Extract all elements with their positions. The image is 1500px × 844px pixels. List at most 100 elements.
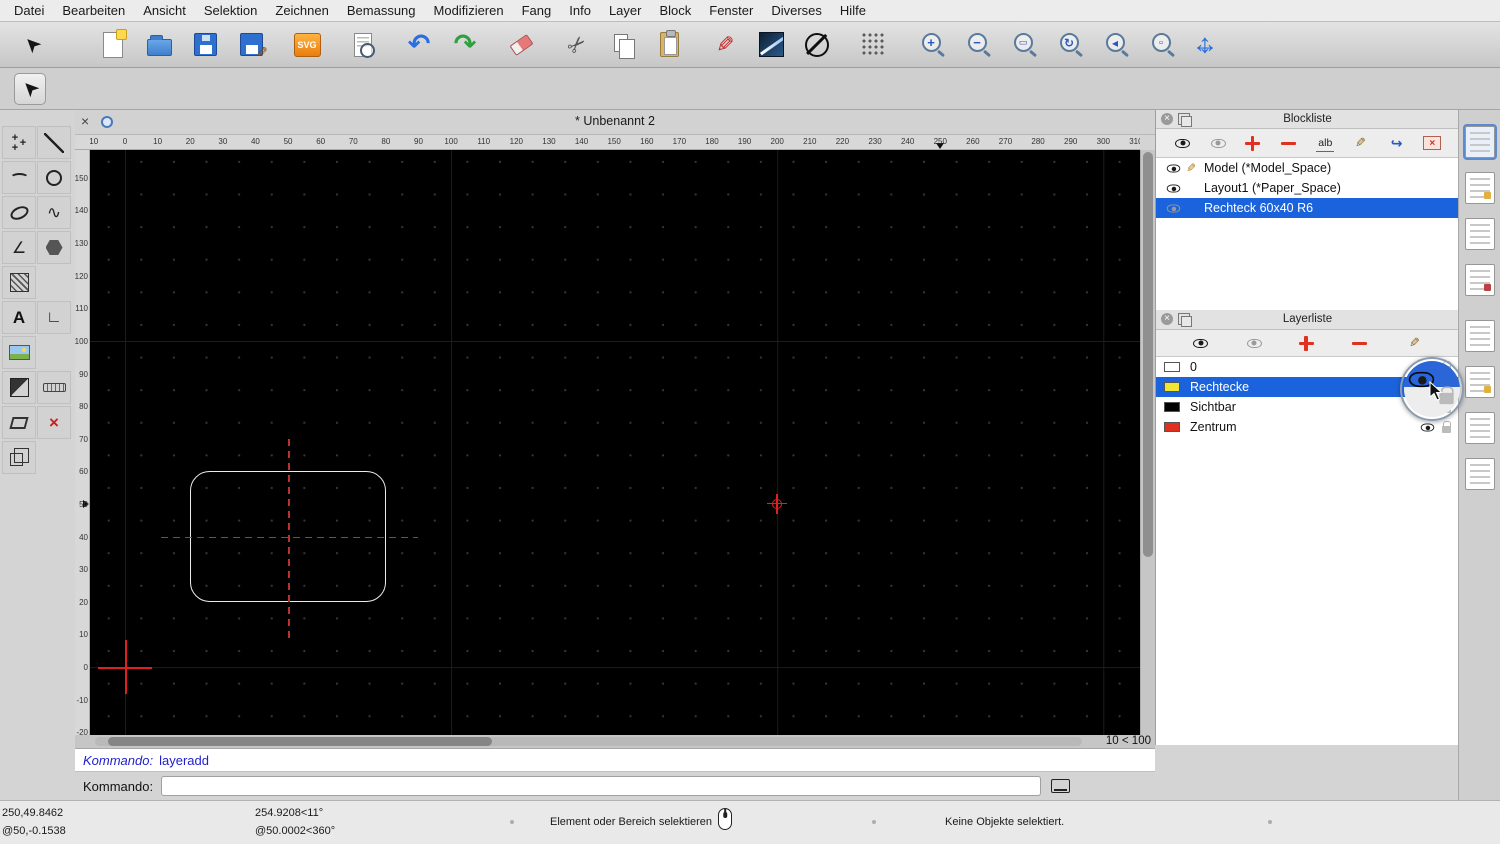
- zoom-redraw-icon[interactable]: [1050, 28, 1084, 62]
- panel-float-icon[interactable]: [1178, 313, 1190, 325]
- print-preview-icon[interactable]: [346, 28, 380, 62]
- zoom-out-icon[interactable]: [958, 28, 992, 62]
- visibility-cell[interactable]: [1164, 164, 1182, 173]
- region-tool-icon[interactable]: [2, 406, 36, 439]
- menu-item-selektion[interactable]: Selektion: [195, 0, 266, 22]
- pen-icon[interactable]: [708, 28, 742, 62]
- hide-all-icon[interactable]: [1209, 134, 1227, 152]
- cut-icon[interactable]: [560, 28, 594, 62]
- dock-command-icon[interactable]: [1465, 264, 1495, 296]
- new-icon[interactable]: [96, 28, 130, 62]
- layer-row[interactable]: Zentrum: [1156, 417, 1459, 437]
- menu-item-diverses[interactable]: Diverses: [762, 0, 831, 22]
- horizontal-scrollbar[interactable]: [95, 737, 1082, 746]
- keyboard-toggle-icon[interactable]: [1051, 779, 1070, 793]
- menu-item-zeichnen[interactable]: Zeichnen: [266, 0, 337, 22]
- zoom-in-icon[interactable]: [912, 28, 946, 62]
- panel-float-icon[interactable]: [1178, 113, 1190, 125]
- insert-icon[interactable]: [1388, 134, 1406, 152]
- rename-icon[interactable]: alb: [1316, 134, 1334, 152]
- text-tool-icon[interactable]: [2, 301, 36, 334]
- remove-icon[interactable]: [1352, 336, 1370, 351]
- save-as-icon[interactable]: [234, 28, 268, 62]
- zoom-window-icon[interactable]: [1142, 28, 1176, 62]
- menu-item-datei[interactable]: Datei: [5, 0, 53, 22]
- menu-item-layer[interactable]: Layer: [600, 0, 651, 22]
- dock-layer-filter-icon[interactable]: [1465, 320, 1495, 352]
- menu-item-fang[interactable]: Fang: [513, 0, 561, 22]
- menu-item-bearbeiten[interactable]: Bearbeiten: [53, 0, 134, 22]
- attributes-icon[interactable]: [754, 28, 788, 62]
- menu-item-fenster[interactable]: Fenster: [700, 0, 762, 22]
- panel-close-icon[interactable]: [1161, 313, 1173, 325]
- pan-icon[interactable]: [1188, 28, 1222, 62]
- edit-icon[interactable]: [1352, 134, 1370, 152]
- hatch-tool-icon[interactable]: [2, 266, 36, 299]
- show-all-icon[interactable]: [1174, 134, 1192, 152]
- layer-visibility-icon[interactable]: [1421, 423, 1435, 431]
- vertical-scrollbar[interactable]: [1140, 150, 1155, 735]
- polygon-tool-icon[interactable]: [37, 231, 71, 264]
- layer-color-swatch: [1164, 382, 1180, 392]
- menu-item-bemassung[interactable]: Bemassung: [338, 0, 425, 22]
- menu-item-modifizieren[interactable]: Modifizieren: [425, 0, 513, 22]
- visibility-cell[interactable]: [1164, 204, 1182, 213]
- select-cursor-icon: [22, 76, 39, 101]
- select-tool-button[interactable]: [14, 73, 46, 105]
- dock-block-list-icon[interactable]: [1465, 126, 1495, 158]
- edit-cell[interactable]: ✎: [1182, 161, 1200, 175]
- arc-tool-icon[interactable]: [2, 161, 36, 194]
- line-tool-icon[interactable]: [37, 126, 71, 159]
- cube-tool-icon[interactable]: [2, 441, 36, 474]
- block-row[interactable]: Rechteck 60x40 R6: [1156, 198, 1459, 218]
- polyline-tool-icon[interactable]: [2, 231, 36, 264]
- add-icon[interactable]: [1245, 136, 1263, 151]
- horizontal-scrollbar-thumb[interactable]: [108, 737, 492, 746]
- dock-properties-icon[interactable]: [1465, 412, 1495, 444]
- remove-icon[interactable]: [1281, 136, 1299, 151]
- circle-icon[interactable]: [800, 28, 834, 62]
- vertical-scrollbar-thumb[interactable]: [1143, 152, 1153, 557]
- block-row[interactable]: Layout1 (*Paper_Space): [1156, 178, 1459, 198]
- menu-item-ansicht[interactable]: Ansicht: [134, 0, 195, 22]
- grid-icon[interactable]: [856, 28, 890, 62]
- dimension-tool-icon[interactable]: [37, 301, 71, 334]
- snap-tool-icon[interactable]: [37, 406, 71, 439]
- hide-all-icon[interactable]: [1245, 334, 1263, 352]
- dock-clipboard-icon[interactable]: [1465, 458, 1495, 490]
- circle-tool-icon[interactable]: [37, 161, 71, 194]
- fill-tool-icon[interactable]: [2, 371, 36, 404]
- measure-tool-icon[interactable]: [37, 371, 71, 404]
- ellipse-tool-icon[interactable]: [2, 196, 36, 229]
- add-icon[interactable]: [1299, 336, 1317, 351]
- points-tool-icon[interactable]: [2, 126, 36, 159]
- panel-close-icon[interactable]: [1161, 113, 1173, 125]
- spline-tool-icon[interactable]: [37, 196, 71, 229]
- command-input[interactable]: [161, 776, 1041, 796]
- paste-icon[interactable]: [652, 28, 686, 62]
- visibility-cell[interactable]: [1164, 184, 1182, 193]
- dock-library-icon[interactable]: [1465, 172, 1495, 204]
- edit-icon[interactable]: [1406, 334, 1424, 352]
- show-all-icon[interactable]: [1192, 334, 1210, 352]
- zoom-previous-icon[interactable]: [1096, 28, 1130, 62]
- image-tool-icon[interactable]: [2, 336, 36, 369]
- open-icon[interactable]: [142, 28, 176, 62]
- dock-views-icon[interactable]: [1465, 218, 1495, 250]
- erase-icon[interactable]: [504, 28, 538, 62]
- drawing-canvas[interactable]: [90, 150, 1140, 735]
- save-icon[interactable]: [188, 28, 222, 62]
- menu-item-hilfe[interactable]: Hilfe: [831, 0, 875, 22]
- select-icon[interactable]: [15, 28, 49, 62]
- layer-lock-icon[interactable]: [1442, 426, 1451, 433]
- zoom-auto-icon[interactable]: [1004, 28, 1038, 62]
- menu-item-block[interactable]: Block: [650, 0, 700, 22]
- copy-icon[interactable]: [606, 28, 640, 62]
- menu-item-info[interactable]: Info: [560, 0, 600, 22]
- dock-pen-settings-icon[interactable]: [1465, 366, 1495, 398]
- svg-icon[interactable]: [290, 28, 324, 62]
- block-row[interactable]: ✎Model (*Model_Space): [1156, 158, 1459, 178]
- undo-icon[interactable]: [402, 28, 436, 62]
- redo-icon[interactable]: [448, 28, 482, 62]
- delete-icon[interactable]: [1423, 136, 1441, 150]
